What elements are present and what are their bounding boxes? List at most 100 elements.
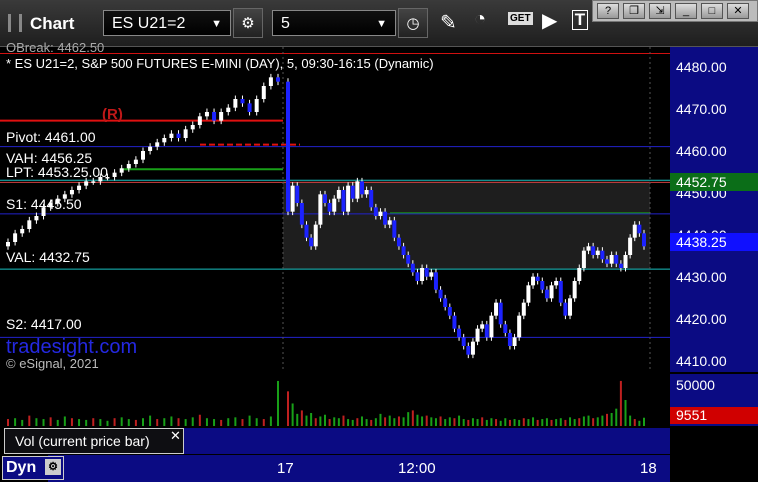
dynamic-toggle[interactable]: Dyn ⚙ [2,456,64,480]
price-tick: 4430.00 [676,269,727,285]
volume-bar [458,415,461,426]
settings-gear-icon[interactable]: ⚙ [233,8,263,38]
price-chart[interactable] [0,47,670,372]
lpt-label: LPT: 4453.25.00 [6,164,108,180]
green-price-badge: 4452.75 [670,173,758,191]
candle-body [6,242,10,247]
close-study-icon[interactable]: ✕ [170,428,181,444]
volume-panel[interactable] [0,374,670,426]
volume-bar [536,419,539,426]
volume-bar [356,418,359,426]
volume-bar [42,419,45,426]
candle-body [162,138,167,143]
candle-body [535,276,540,281]
volume-bar [384,417,387,426]
volume-bar [337,418,340,426]
candle-body [609,255,614,264]
volume-study-label[interactable]: Vol (current price bar) [4,428,184,454]
volume-bar [241,419,244,426]
grip-icon[interactable] [8,14,22,32]
candle-body [517,315,522,338]
time-axis[interactable] [48,455,670,482]
candle-body [373,207,378,216]
volume-bar [527,419,530,426]
volume-bar [518,419,521,426]
volume-strip [184,428,670,454]
s2-label: S2: 4417.00 [6,316,82,332]
volume-bar [333,417,336,426]
play-icon[interactable]: ▶ [542,8,557,33]
candle-body [637,224,642,234]
maximize-icon[interactable]: □ [701,3,723,19]
candle-body [27,220,32,229]
volume-bar [49,417,52,426]
volume-bar [205,418,208,426]
volume-bar [120,417,123,426]
interval-combo[interactable]: 5 ▼ [272,10,396,36]
volume-bar [559,418,562,426]
volume-badge: 9551 [670,407,758,424]
volume-bar [300,410,303,426]
volume-bar [587,415,590,426]
volume-bar [305,415,308,426]
candle-body [336,190,341,199]
candle-body [401,246,406,255]
candle-body [415,272,420,281]
volume-bar [351,419,354,426]
candle-body [34,216,39,221]
candle-body [355,181,360,199]
candle-body [396,237,401,247]
candle-body [84,181,89,186]
volume-bar [550,419,553,426]
candle-body [378,211,383,216]
current-price-badge: 4438.25 [670,233,758,251]
help-icon[interactable]: ? [597,3,619,19]
pencil-icon[interactable]: ✎ [440,10,457,35]
candle-body [318,194,323,225]
candle-body [141,151,145,160]
indicator-icon[interactable]: ◔ [474,8,486,31]
window-title: Chart [30,14,75,33]
volume-bar [448,417,451,426]
candle-body [313,224,318,247]
candle-body [332,198,337,212]
time-tick: 17 [277,460,294,477]
clock-icon[interactable]: ◷ [398,8,428,38]
symbol-combo[interactable]: ES U21=2 ▼ [103,10,231,36]
candle-body [261,86,266,99]
candle-body [632,224,637,238]
volume-bar [490,418,493,426]
candle-body [558,281,563,303]
obreak-label: OBreak: 4462.50 [6,40,105,55]
candle-body [392,220,397,238]
volume-bar [35,418,38,426]
pivot-label: Pivot: 4461.00 [6,129,96,145]
candle-body [309,237,314,247]
volume-bar [63,416,66,426]
volume-bar [287,391,289,426]
volume-bar [411,410,414,426]
dock-icon[interactable]: ⇲ [649,3,671,19]
candle-body [212,112,217,121]
volume-svg [7,380,645,426]
dyn-settings-icon[interactable]: ⚙ [45,459,61,475]
volume-bar [513,419,516,426]
candle-body [526,285,531,303]
close-icon[interactable]: ✕ [727,3,749,19]
volume-bar [291,403,294,426]
get-icon[interactable]: GET [508,12,533,25]
minimize-icon[interactable]: _ [675,3,697,19]
time-tick: 12:00 [398,460,436,477]
candle-body [563,302,568,316]
volume-bar [319,416,322,426]
restore-icon[interactable]: ❐ [623,3,645,19]
volume-bar [610,413,613,426]
volume-bar [444,419,447,426]
volume-bar [453,418,456,426]
volume-bar [70,418,73,426]
candle-body [247,103,252,112]
text-tool-icon[interactable]: T [572,10,588,30]
volume-bar [624,400,627,426]
candle-body [91,181,96,183]
candle-body [540,281,545,290]
